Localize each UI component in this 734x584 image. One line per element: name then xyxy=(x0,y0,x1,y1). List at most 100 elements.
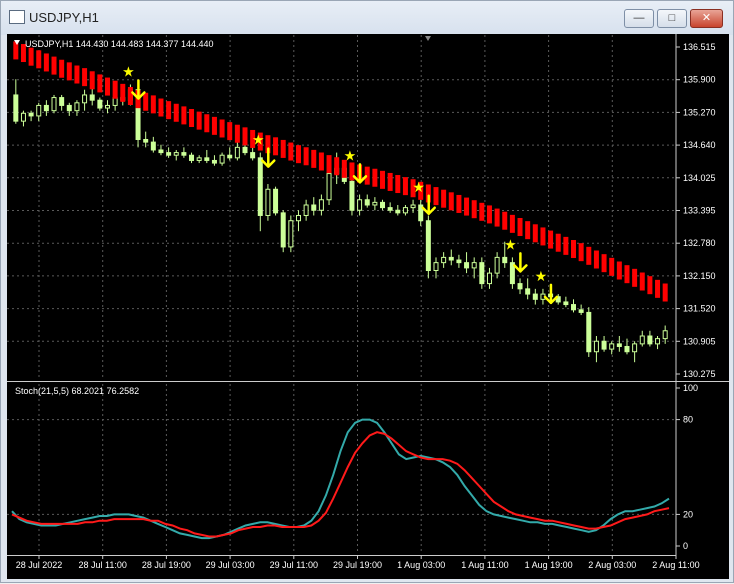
chart-window-icon xyxy=(9,10,25,24)
trail-dot xyxy=(494,208,500,227)
price-tick-label: 135.900 xyxy=(683,75,716,85)
trail-dot xyxy=(204,114,210,133)
price-axis-labels: 136.515 135.900 135.270 134.640 134.025 133.3… xyxy=(683,42,716,379)
trail-dot xyxy=(563,236,569,255)
signal-star-icon: ★ xyxy=(535,268,548,284)
price-tick-label: 131.520 xyxy=(683,304,716,314)
candle-bear xyxy=(311,204,317,211)
candle-bear xyxy=(211,159,217,164)
time-tick-label: 28 Jul 19:00 xyxy=(142,560,191,570)
trail-dot xyxy=(242,127,248,146)
candle-bear xyxy=(456,259,462,264)
trail-dot xyxy=(471,200,477,219)
candle-bear xyxy=(563,301,569,306)
candle-bull xyxy=(326,173,332,201)
candle-bear xyxy=(43,104,49,112)
candle-bull xyxy=(104,104,110,109)
trail-dot xyxy=(632,268,638,287)
signal-arrow-down-icon xyxy=(421,194,436,216)
trail-dot xyxy=(532,224,538,243)
time-tick-label: 29 Jul 03:00 xyxy=(206,560,255,570)
candle-bull xyxy=(303,204,309,216)
trail-dot xyxy=(181,106,187,125)
trail-dot xyxy=(166,101,172,120)
candle-bear xyxy=(532,293,538,300)
trail-dot xyxy=(112,80,118,99)
candle-bull xyxy=(441,256,447,264)
candle-bear xyxy=(387,207,393,211)
candle-bear xyxy=(158,149,164,154)
signal-star-icon: ★ xyxy=(504,236,517,252)
candle-bear xyxy=(250,152,256,159)
stoch-tick-label: 80 xyxy=(683,415,693,425)
signal-arrow-down-icon xyxy=(261,147,276,168)
candle-bear xyxy=(448,256,454,261)
candle-bear xyxy=(601,340,607,350)
candle-bear xyxy=(624,345,630,353)
candle-bear xyxy=(166,152,172,156)
time-tick-label: 29 Jul 19:00 xyxy=(333,560,382,570)
candle-bull xyxy=(51,97,57,112)
candle-bear xyxy=(257,157,263,216)
candle-bull xyxy=(609,343,615,350)
chart-shift-marker[interactable] xyxy=(425,36,431,41)
trail-dot xyxy=(318,152,324,171)
maximize-button[interactable]: □ xyxy=(657,9,687,28)
trail-dot xyxy=(486,205,492,224)
trail-dot xyxy=(36,50,42,69)
candle-bear xyxy=(273,188,279,214)
trail-dot xyxy=(326,155,332,174)
candle-bull xyxy=(318,199,324,211)
trail-dot xyxy=(402,177,408,196)
chart-area[interactable]: ★ ★ ★ ★ ★ ★ USDJPY,H1 144.430 144.483 144.377… xyxy=(7,34,729,579)
trail-dot xyxy=(380,170,386,189)
candle-bear xyxy=(66,104,72,112)
trail-dot xyxy=(578,243,584,262)
candle-bull xyxy=(196,157,202,161)
trail-dot xyxy=(662,283,668,302)
candle-bear xyxy=(143,138,149,143)
candle-bear xyxy=(578,309,584,313)
trail-dot xyxy=(51,56,57,75)
trail-dot xyxy=(295,145,301,164)
time-tick-label: 28 Jul 11:00 xyxy=(79,560,127,570)
trail-dot xyxy=(433,187,439,206)
price-tick-label: 132.780 xyxy=(683,238,716,248)
grid-lines xyxy=(7,35,680,559)
candle-bear xyxy=(13,94,19,122)
minimize-button[interactable]: — xyxy=(624,9,654,28)
candle-bear xyxy=(227,154,233,159)
trail-dot xyxy=(82,68,88,87)
time-axis-labels: 28 Jul 2022 28 Jul 11:00 28 Jul 19:00 29 Ju… xyxy=(16,560,700,570)
signal-star-icon: ★ xyxy=(344,147,357,163)
trail-dot xyxy=(593,250,599,269)
candle-bull xyxy=(410,204,416,209)
candle-bull xyxy=(402,207,408,214)
signal-arrow-down-icon xyxy=(131,79,146,100)
time-tick-label: 1 Aug 11:00 xyxy=(461,560,508,570)
trail-dot xyxy=(456,194,462,213)
trail-dot xyxy=(189,109,195,128)
signal-star-icon: ★ xyxy=(252,132,265,148)
candle-bear xyxy=(28,112,34,117)
signal-star-icon: ★ xyxy=(122,63,135,79)
stoch-tick-label: 0 xyxy=(683,541,688,551)
close-button[interactable]: ✕ xyxy=(690,9,723,28)
price-chart-svg[interactable]: ★ ★ ★ ★ ★ ★ USDJPY,H1 144.430 144.483 144.377… xyxy=(7,34,729,579)
trail-dot xyxy=(639,272,645,291)
title-bar[interactable]: USDJPY,H1 — □ ✕ xyxy=(1,1,733,35)
trail-dot xyxy=(59,59,65,78)
signal-markers: ★ ★ ★ ★ ★ ★ xyxy=(122,63,559,305)
time-tick-label: 28 Jul 2022 xyxy=(16,560,63,570)
stoch-tick-label: 20 xyxy=(683,509,693,519)
trail-dot xyxy=(571,240,577,259)
time-tick-label: 29 Jul 11:00 xyxy=(270,560,318,570)
trail-dot xyxy=(548,230,554,249)
trail-dot xyxy=(387,172,393,191)
candle-bull xyxy=(662,330,668,340)
candle-bull xyxy=(372,201,378,206)
candle-bull xyxy=(265,188,271,216)
candle-bull xyxy=(36,104,42,117)
stochastic-lines xyxy=(11,418,670,540)
trail-dot xyxy=(303,147,309,166)
